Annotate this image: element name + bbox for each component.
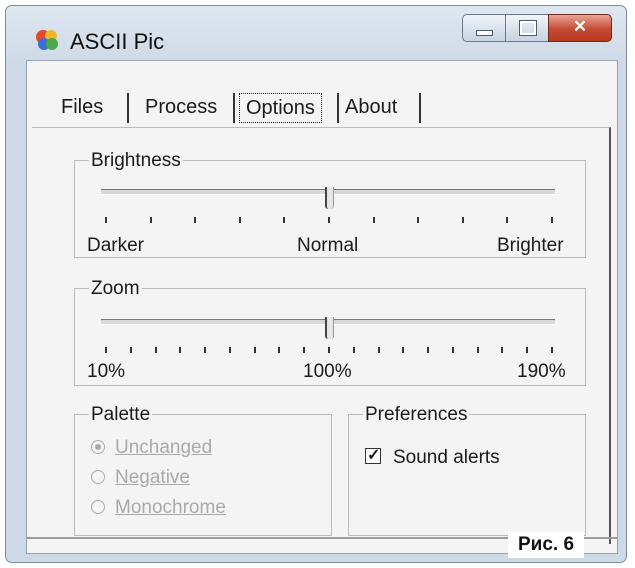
app-logo-icon — [36, 30, 58, 50]
zoom-tick — [476, 347, 479, 353]
radio-monochrome[interactable]: Monochrome — [91, 497, 226, 519]
brightness-tick — [328, 217, 330, 223]
sound-alerts-checkbox[interactable]: ✓ Sound alerts — [365, 447, 500, 469]
zoom-tick — [179, 347, 182, 353]
tab-about[interactable]: About — [339, 91, 403, 123]
zoom-tick — [253, 347, 256, 353]
tab-separator — [233, 93, 235, 123]
radio-selected-icon — [91, 440, 105, 454]
zoom-tick — [402, 347, 405, 353]
zoom-tick — [105, 347, 107, 353]
zoom-tick — [427, 347, 430, 353]
options-panel: Brightness Darker Normal Brighter Zoom 1… — [32, 127, 611, 544]
zoom-legend: Zoom — [89, 278, 142, 300]
zoom-tick — [526, 347, 529, 353]
palette-group: Palette Unchanged Negative Monochrome — [74, 404, 332, 536]
zoom-tick — [377, 347, 380, 353]
brightness-tick — [283, 217, 286, 223]
brightness-tick — [194, 217, 197, 223]
zoom-min-label: 10% — [87, 361, 126, 382]
maximize-button[interactable] — [505, 14, 548, 42]
brightness-mid-label: Normal — [297, 235, 359, 256]
radio-icon — [91, 470, 105, 484]
zoom-slider-thumb[interactable] — [325, 317, 334, 339]
brightness-max-label: Brighter — [497, 235, 564, 256]
brightness-slider-thumb[interactable] — [325, 187, 334, 209]
zoom-tick — [501, 347, 504, 353]
tab-process[interactable]: Process — [139, 91, 223, 123]
app-window: ASCII Pic ✕ Files Process Options About — [5, 5, 627, 563]
close-button[interactable]: ✕ — [548, 14, 612, 42]
client-area: Files Process Options About Brightness D… — [26, 60, 618, 554]
caption-buttons: ✕ — [462, 14, 612, 42]
title-bar[interactable]: ASCII Pic ✕ — [6, 6, 626, 60]
maximize-icon — [519, 20, 537, 36]
zoom-tick — [204, 347, 207, 353]
brightness-tick — [238, 217, 241, 223]
radio-unchanged-label: Unchanged — [115, 437, 213, 458]
zoom-tick — [154, 347, 157, 353]
brightness-min-label: Darker — [87, 235, 145, 256]
tab-separator — [127, 93, 129, 123]
radio-unchanged[interactable]: Unchanged — [91, 437, 212, 459]
zoom-tick — [328, 347, 330, 353]
radio-icon — [91, 500, 105, 514]
zoom-max-label: 190% — [517, 361, 566, 382]
brightness-group: Brightness Darker Normal Brighter — [74, 150, 586, 258]
minimize-icon — [476, 30, 493, 36]
zoom-tick — [551, 347, 553, 353]
zoom-tick — [129, 347, 132, 353]
zoom-tick — [278, 347, 281, 353]
preferences-legend: Preferences — [363, 404, 470, 426]
tab-options[interactable]: Options — [239, 93, 322, 123]
radio-negative-label: Negative — [115, 467, 190, 488]
brightness-tick — [149, 217, 152, 223]
zoom-tick — [303, 347, 306, 353]
brightness-legend: Brightness — [89, 150, 183, 172]
sound-alerts-label: Sound alerts — [393, 447, 500, 468]
radio-negative[interactable]: Negative — [91, 467, 190, 489]
brightness-tick — [551, 217, 553, 223]
tab-separator — [419, 93, 421, 123]
brightness-tick — [417, 217, 420, 223]
figure-caption: Рис. 6 — [508, 532, 585, 558]
radio-monochrome-label: Monochrome — [115, 497, 226, 518]
minimize-button[interactable] — [462, 14, 505, 42]
zoom-tick — [352, 347, 355, 353]
brightness-tick — [461, 217, 464, 223]
zoom-tick — [451, 347, 454, 353]
tab-files[interactable]: Files — [55, 91, 109, 123]
preferences-group: Preferences ✓ Sound alerts — [348, 404, 586, 536]
window-title: ASCII Pic — [70, 29, 165, 54]
zoom-tick — [228, 347, 231, 353]
palette-legend: Palette — [89, 404, 153, 426]
checkbox-checked-icon: ✓ — [365, 447, 381, 464]
brightness-tick — [372, 217, 375, 223]
brightness-tick — [506, 217, 509, 223]
zoom-group: Zoom 10% 100% 190% — [74, 278, 586, 386]
zoom-mid-label: 100% — [303, 361, 352, 382]
brightness-tick — [105, 217, 107, 223]
close-icon: ✕ — [572, 17, 588, 36]
